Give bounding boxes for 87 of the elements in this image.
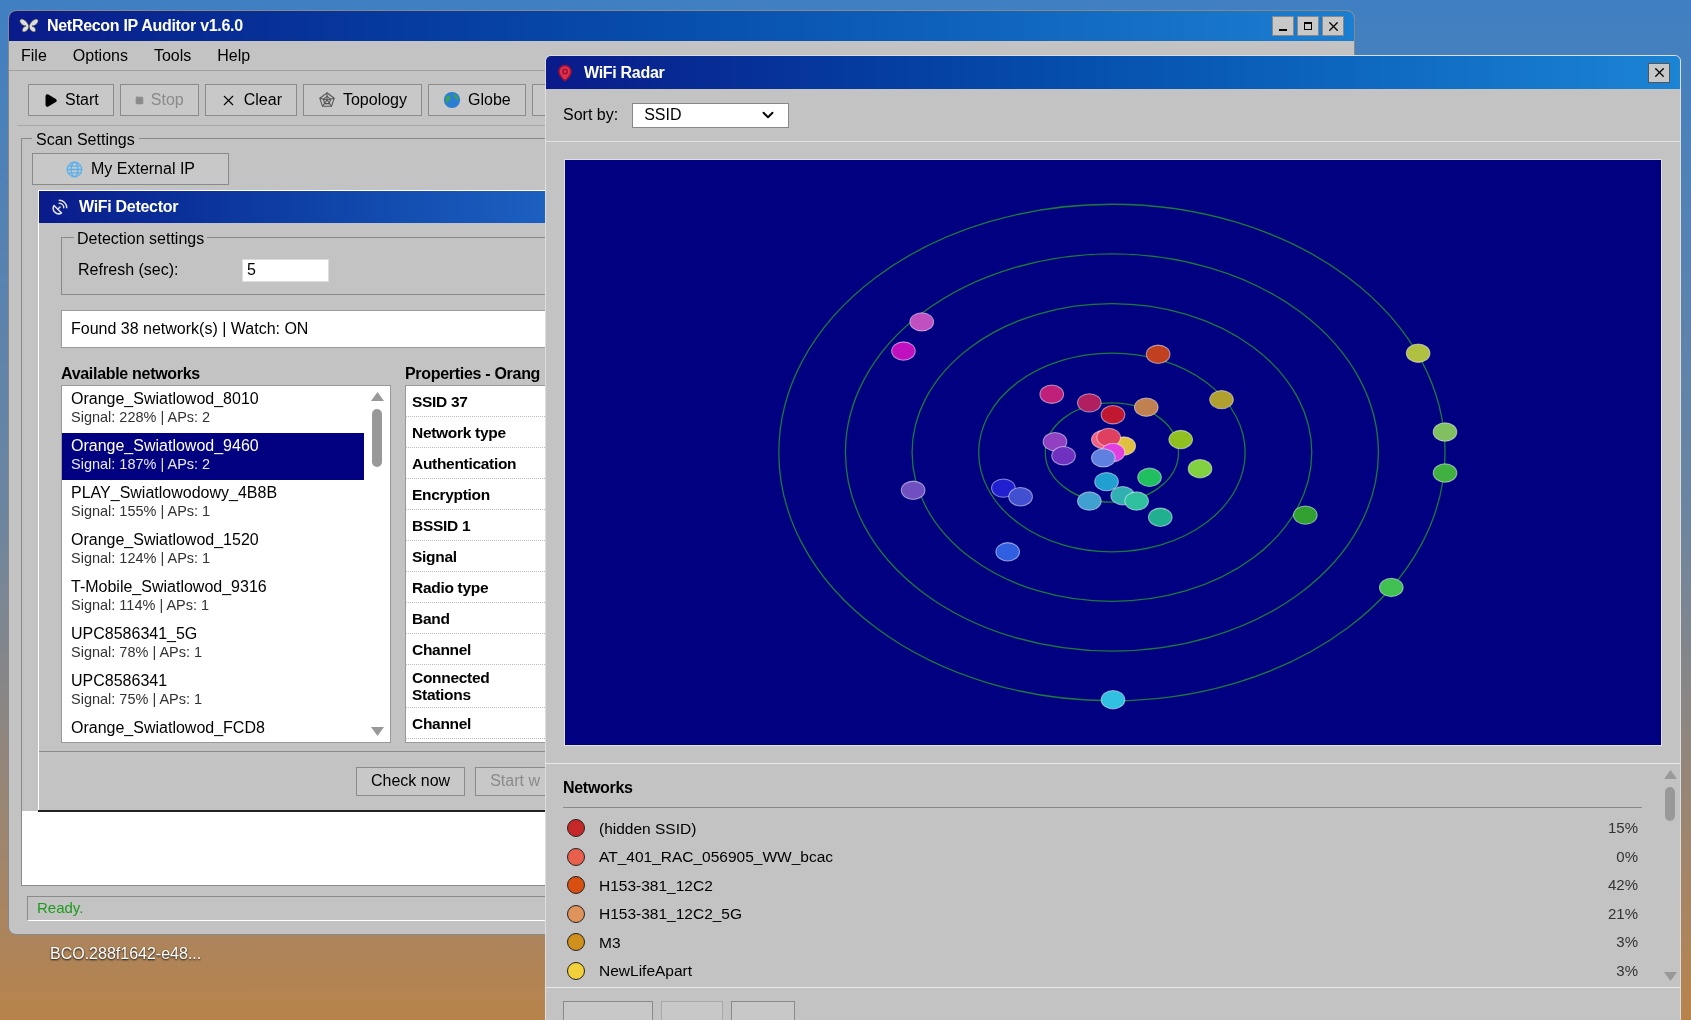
refresh-input[interactable]: 5 <box>242 258 329 282</box>
scroll-down-icon[interactable] <box>370 727 384 736</box>
network-list-item[interactable]: Orange_Swiatlowod_1520 Signal: 124% | APs: 1 <box>62 527 364 574</box>
property-name: Channel <box>412 640 472 658</box>
network-list-item[interactable]: UPC8586341 Signal: 75% | APs: 1 <box>62 668 364 715</box>
network-name: UPC8586341 <box>71 671 169 690</box>
network-name: UPC8586341_5G <box>71 624 199 643</box>
window-title: WiFi Detector <box>79 197 179 217</box>
network-name: Orange_Swiatlowod_8010 <box>71 389 260 408</box>
sort-label: Sort by: <box>563 105 619 125</box>
scroll-up-icon[interactable] <box>370 392 384 401</box>
network-name: (hidden SSID) <box>599 818 698 839</box>
globe-icon <box>66 160 83 178</box>
network-details: Signal: 75% | APs: 1 <box>71 690 204 708</box>
toolbar-button[interactable]: Start <box>28 84 114 116</box>
network-list-item[interactable]: UPC8586341_5G Signal: 78% | APs: 1 <box>62 621 364 668</box>
signal-percent: 21% <box>1607 903 1639 924</box>
network-details: Signal: 228% | APs: 2 <box>71 408 212 426</box>
window-title: WiFi Radar <box>584 62 666 83</box>
toolbar-button[interactable]: Globe <box>428 84 526 116</box>
satellite-dish-icon <box>51 198 69 216</box>
signal-percent: 42% <box>1607 875 1639 895</box>
network-name: Orange_Swiatlowod_1520 <box>71 530 260 549</box>
status-text: Ready. <box>37 898 84 919</box>
window-title: NetRecon IP Auditor v1.6.0 <box>47 16 244 36</box>
network-name: H153-381_12C2 <box>599 875 714 896</box>
close-button[interactable] <box>1322 16 1344 36</box>
network-details: Signal: 124% | APs: 1 <box>71 549 212 567</box>
minimize-button[interactable] <box>1272 16 1294 36</box>
summary-text: Found 38 network(s) | Watch: ON <box>71 319 309 339</box>
property-name: Channel <box>412 714 472 732</box>
stop-icon <box>134 95 144 105</box>
network-name: M3 <box>599 932 622 953</box>
network-name: T-Mobile_Swiatlowod_9316 <box>71 577 268 596</box>
property-name: Encryption <box>412 485 490 503</box>
property-name: Connected Stations <box>412 669 491 703</box>
network-list-item[interactable]: Orange_Swiatlowod_FCD8 <box>62 715 364 742</box>
property-name: Authentication <box>412 454 517 472</box>
external-ip-button[interactable]: My External IP <box>32 153 229 185</box>
network-list-item[interactable]: Orange_Swiatlowod_8010 Signal: 228% | APs: 2 <box>62 386 364 433</box>
signal-percent: 0% <box>1616 846 1639 867</box>
play-icon <box>43 92 58 108</box>
network-details: Signal: 114% | APs: 1 <box>71 596 211 614</box>
signal-percent: 15% <box>1607 818 1639 838</box>
toolbar-button[interactable]: Topology <box>302 84 422 116</box>
network-details: Signal: 78% | APs: 1 <box>71 643 204 661</box>
network-list-item[interactable]: PLAY_Swiatlowodowy_4B8B Signal: 155% | APs: 1 <box>62 480 364 527</box>
property-name: Network type <box>412 423 506 441</box>
network-list-item[interactable]: Orange_Swiatlowod_9460 Signal: 187% | APs: 2 <box>62 433 364 480</box>
property-name: Signal <box>412 547 457 565</box>
section-heading: Properties - Orang <box>405 364 542 384</box>
scrollbar-thumb[interactable] <box>1665 787 1675 821</box>
butterfly-icon <box>19 17 39 35</box>
close-button[interactable] <box>1648 62 1670 83</box>
scrollbar-thumb[interactable] <box>372 409 382 467</box>
network-list-item[interactable]: T-Mobile_Swiatlowod_9316 Signal: 114% | APs: 1 <box>62 574 364 621</box>
section-heading: Available networks <box>61 364 201 384</box>
maximize-button[interactable] <box>1297 16 1319 36</box>
signal-percent: 3% <box>1616 960 1639 981</box>
network-name: AT_401_RAC_056905_WW_bcac <box>599 847 835 868</box>
section-heading: Networks <box>563 776 1642 808</box>
scroll-up-icon[interactable] <box>1663 770 1677 779</box>
toolbar-button[interactable] <box>531 84 546 116</box>
web-icon <box>317 91 336 109</box>
sort-dropdown[interactable]: SSID <box>632 102 790 128</box>
action-button[interactable]: Check now <box>356 766 466 796</box>
globe-icon <box>443 91 461 109</box>
toolbar-button[interactable]: Clear <box>204 84 297 116</box>
property-name: SSID 37 <box>412 392 468 410</box>
network-details: Signal: 187% | APs: 2 <box>71 455 212 473</box>
menu-item[interactable]: Help <box>209 43 259 68</box>
property-name: Radio type <box>412 578 489 596</box>
refresh-label: Refresh (sec): <box>78 260 180 280</box>
scroll-down-icon[interactable] <box>1663 972 1677 981</box>
network-name: PLAY_Swiatlowodowy_4B8B <box>71 483 279 502</box>
network-name: Orange_Swiatlowod_9460 <box>71 436 260 455</box>
signal-percent: 3% <box>1616 932 1639 952</box>
network-details: Signal: 155% | APs: 1 <box>71 502 212 520</box>
network-name: H153-381_12C2_5G <box>599 904 744 925</box>
menu-item[interactable]: Options <box>64 43 136 68</box>
network-name: NewLifeApart <box>599 961 694 982</box>
network-name: Orange_Swiatlowod_FCD8 <box>71 718 266 737</box>
property-name: Band <box>412 609 450 627</box>
menu-item[interactable]: Tools <box>145 43 200 68</box>
property-name: BSSID 1 <box>412 516 471 534</box>
menu-item[interactable]: File <box>13 43 55 68</box>
pin-icon <box>556 63 574 82</box>
